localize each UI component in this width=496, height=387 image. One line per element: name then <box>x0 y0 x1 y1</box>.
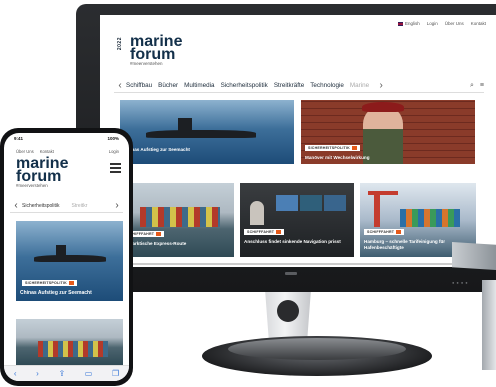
radar-screen <box>324 195 346 211</box>
container-ship <box>140 207 220 227</box>
phone-category-nav: ‹ Sicherheitspolitik Streitkr › <box>10 199 123 213</box>
submarine-image <box>146 130 256 138</box>
category-tag: SCHIFFFAHRT <box>364 229 405 236</box>
crane <box>374 191 380 227</box>
site-tagline: #meerverstehen <box>130 61 163 66</box>
tile-caption: Manöver mit Wechselwirkung <box>305 155 370 160</box>
menu-icon[interactable]: ≡ <box>480 82 484 90</box>
phone-site-logo[interactable]: marine forum <box>16 156 68 185</box>
phone-top-links: Über Uns Kontakt Login <box>16 149 119 154</box>
site-logo[interactable]: marine forum <box>130 34 182 63</box>
operator-figure <box>250 201 264 225</box>
phone-article-tile-2[interactable] <box>16 319 123 365</box>
background-shadow <box>482 280 496 370</box>
radar-screen <box>300 195 322 211</box>
nav-prev-icon[interactable]: ‹ <box>10 200 22 211</box>
article-tile-arktische-route[interactable]: SCHIFFFAHRT Die arktische Express-Route <box>120 183 234 257</box>
forward-icon[interactable]: › <box>36 369 39 378</box>
nav-item-buecher[interactable]: Bücher <box>158 82 178 89</box>
contact-link[interactable]: Kontakt <box>40 149 54 154</box>
tile-caption: Anschluss findet sinkende Navigation pri… <box>244 239 341 244</box>
phone-status-bar: 9:41 100% <box>14 136 119 141</box>
desktop-topbar: English Login Über Uns Kontakt <box>397 21 486 26</box>
beret <box>362 102 404 112</box>
article-tile-manoever[interactable]: SICHERHEITSPOLITIK Manöver mit Wechselwi… <box>301 100 475 164</box>
tile-caption: Chinas Aufstieg zur Seemacht <box>20 290 92 296</box>
nav-next-icon[interactable]: › <box>111 200 123 211</box>
monitor-brand-logo <box>285 272 297 275</box>
logo-line-2: forum <box>16 167 62 185</box>
desktop-screen: English Login Über Uns Kontakt 2022 mari… <box>100 15 496 267</box>
search-icon[interactable]: ⌕ <box>470 82 474 90</box>
phone-browser-toolbar: ‹ › ⇪ ▭ ❐ <box>4 365 129 381</box>
submarine-tower <box>178 118 192 132</box>
nav-item-schiffbau[interactable]: Schiffbau <box>126 82 152 89</box>
contact-link[interactable]: Kontakt <box>471 21 486 26</box>
uk-flag-icon <box>397 22 403 26</box>
monitor-stand-base-top <box>228 338 406 360</box>
category-tag: SCHIFFFAHRT <box>244 229 285 236</box>
bookmarks-icon[interactable]: ▭ <box>85 369 93 378</box>
status-time: 9:41 <box>14 136 24 141</box>
container-ship <box>38 341 108 357</box>
background-device <box>452 242 496 270</box>
share-icon[interactable]: ⇪ <box>58 369 65 378</box>
nav-item-marine[interactable]: Marine <box>350 82 369 89</box>
tabs-icon[interactable]: ❐ <box>112 369 119 378</box>
article-tile-chinas-aufstieg[interactable]: Chinas Aufstieg zur Seemacht <box>120 100 294 164</box>
category-tag: SICHERHEITSPOLITIK <box>22 280 77 287</box>
containers <box>400 209 460 227</box>
scroll-strip <box>124 263 484 265</box>
category-tag: SICHERHEITSPOLITIK <box>305 145 360 152</box>
monitor-buttons: ●●●● <box>452 280 470 285</box>
tile-caption: Die arktische Express-Route <box>124 241 187 246</box>
desktop-category-nav: ‹ Schiffbau Bücher Multimedia Sicherheit… <box>114 79 484 93</box>
radar-screen <box>276 195 298 211</box>
submarine-tower <box>56 245 66 257</box>
submarine-image <box>34 255 106 262</box>
phone-site-tagline: #meerverstehen <box>16 183 48 188</box>
article-tile-navigation[interactable]: SCHIFFFAHRT Anschluss findet sinkende Na… <box>240 183 354 257</box>
nav-tools: ⌕ ≡ <box>470 82 484 90</box>
nav-item-multimedia[interactable]: Multimedia <box>184 82 214 89</box>
logo-line-2: forum <box>130 46 176 63</box>
about-link[interactable]: Über Uns <box>16 149 34 154</box>
tag-accent <box>396 230 402 235</box>
monitor-stand-hole <box>277 300 299 322</box>
nav-item-sicherheitspolitik[interactable]: Sicherheitspolitik <box>221 82 268 89</box>
nav-next-icon[interactable]: › <box>375 80 387 91</box>
language-link[interactable]: English <box>397 21 420 26</box>
hamburger-menu-icon[interactable] <box>110 163 121 175</box>
login-link[interactable]: Login <box>427 21 438 26</box>
tile-caption: Chinas Aufstieg zur Seemacht <box>124 147 190 152</box>
tag-accent <box>276 230 282 235</box>
crane-arm <box>368 191 398 195</box>
nav-item-streitkraefte[interactable]: Streitkräfte <box>274 82 304 89</box>
tag-accent <box>351 146 357 151</box>
nav-item-streitkraefte[interactable]: Streitkr <box>72 203 88 209</box>
status-battery: 100% <box>107 136 119 141</box>
tag-accent <box>68 281 74 286</box>
phone-screen: 9:41 100% Über Uns Kontakt Login marine … <box>4 133 129 381</box>
back-icon[interactable]: ‹ <box>14 369 17 378</box>
nav-item-sicherheitspolitik[interactable]: Sicherheitspolitik <box>22 203 60 209</box>
nav-item-technologie[interactable]: Technologie <box>310 82 344 89</box>
login-link[interactable]: Login <box>109 149 119 154</box>
tag-accent <box>156 232 162 237</box>
about-link[interactable]: Über Uns <box>445 21 464 26</box>
phone-article-tile[interactable]: SICHERHEITSPOLITIK Chinas Aufstieg zur S… <box>16 221 123 301</box>
nav-prev-icon[interactable]: ‹ <box>114 80 126 91</box>
logo-year: 2022 <box>117 37 123 51</box>
